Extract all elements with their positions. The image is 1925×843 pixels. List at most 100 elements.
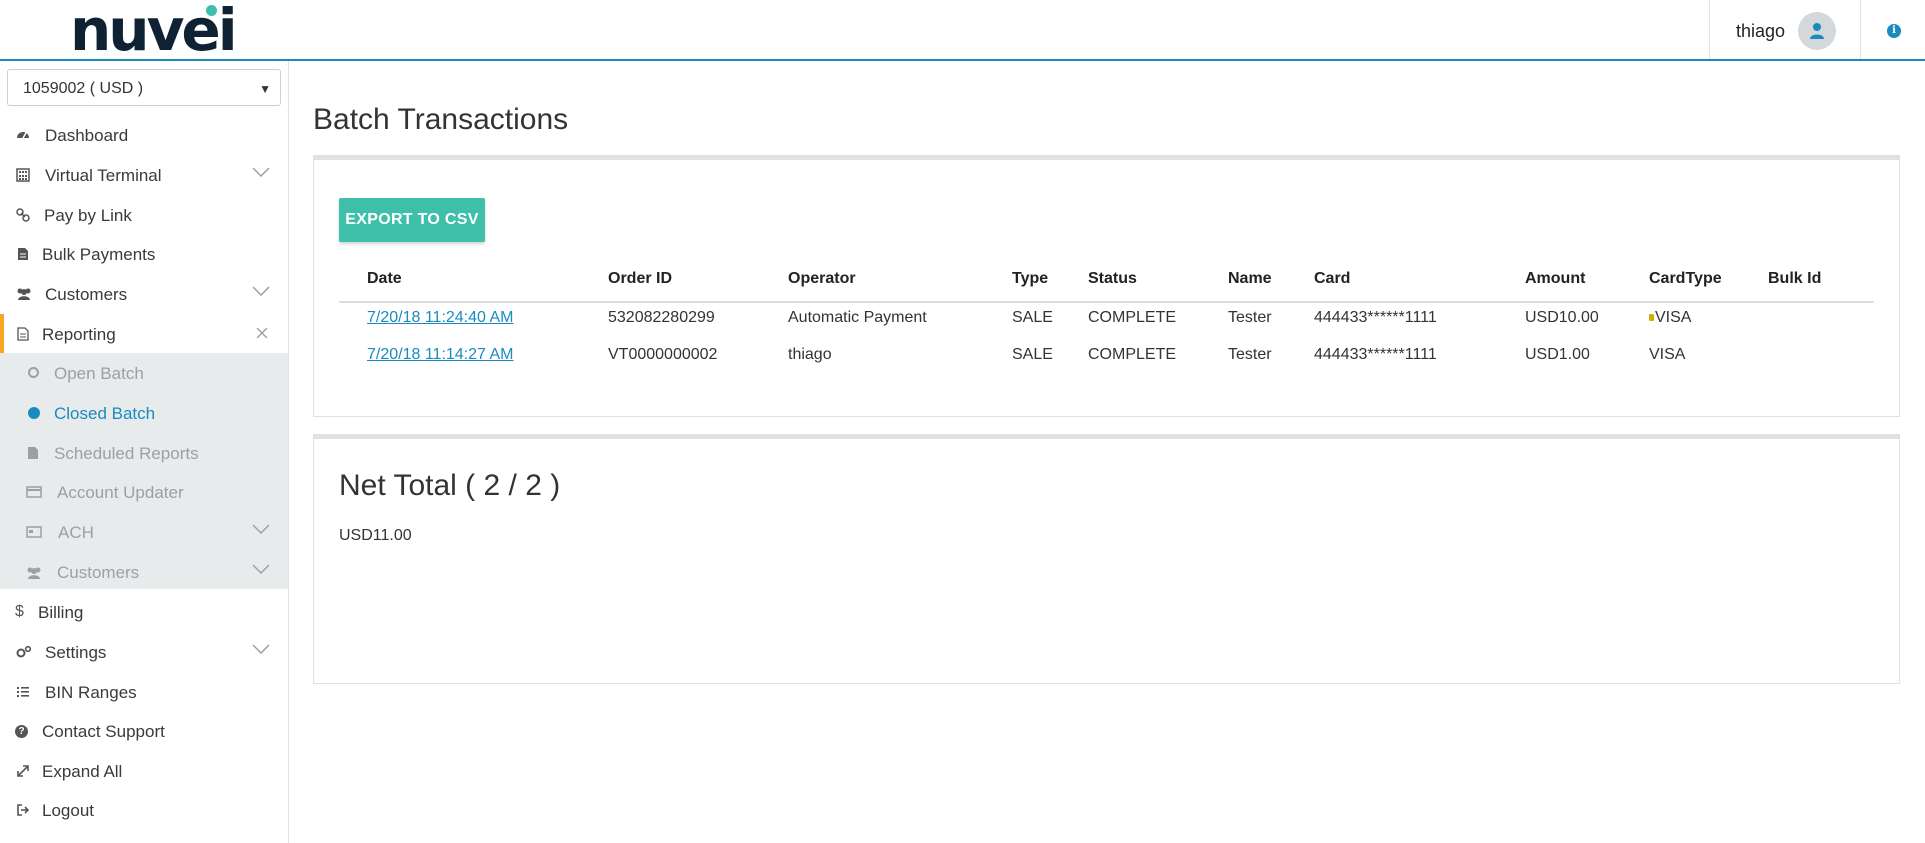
transaction-date-link[interactable]: 7/20/18 11:24:40 AM	[367, 309, 513, 327]
sidebar-item-label: Bulk Payments	[42, 245, 156, 264]
column-header-card[interactable]: Card	[1314, 270, 1350, 288]
status: COMPLETE	[1088, 346, 1177, 363]
sidebar-subitem-account-updater[interactable]: Account Updater	[0, 472, 288, 512]
operator: thiago	[788, 346, 832, 363]
sidebar-item-label: Reporting	[42, 325, 116, 344]
logo-dot	[206, 5, 217, 16]
sidebar-item-label: Customers	[45, 285, 128, 304]
users-icon	[27, 567, 41, 579]
sidebar-subitem-label: Customers	[57, 563, 140, 582]
status: COMPLETE	[1088, 309, 1177, 326]
expand-icon	[17, 765, 29, 777]
user-menu[interactable]: thiago	[1709, 0, 1861, 59]
sidebar-item-label: Settings	[45, 643, 107, 662]
sidebar-subitem-ach[interactable]: ACH	[0, 512, 288, 552]
link-icon	[16, 208, 30, 222]
transactions-panel: EXPORT TO CSV Date Order ID Operator Typ…	[313, 155, 1900, 417]
nuvei-logo[interactable]: nuvei	[70, 0, 238, 62]
gears-icon	[16, 645, 32, 658]
column-header-order-id[interactable]: Order ID	[608, 270, 672, 288]
dashboard-icon	[17, 132, 29, 139]
check-icon	[26, 526, 42, 538]
sidebar-item-reporting[interactable]: Reporting	[0, 314, 288, 354]
column-header-date[interactable]: Date	[367, 270, 402, 288]
file-icon	[28, 447, 38, 459]
merchant-select-value: 1059002 ( USD )	[23, 80, 144, 97]
sidebar-item-billing[interactable]: $ Billing	[0, 592, 288, 632]
sidebar-item-bin-ranges[interactable]: BIN Ranges	[0, 672, 288, 712]
column-header-operator[interactable]: Operator	[788, 270, 856, 288]
card-number: 444433******1111	[1314, 346, 1437, 363]
chevron-down-icon	[252, 564, 270, 574]
sidebar-item-label: Pay by Link	[44, 206, 132, 225]
question-icon: ?	[15, 725, 28, 738]
sidebar-item-contact-support[interactable]: ? Contact Support	[0, 711, 288, 751]
sidebar-item-bulk-payments[interactable]: Bulk Payments	[0, 234, 288, 274]
users-icon	[17, 288, 31, 300]
amount: USD10.00	[1525, 309, 1599, 326]
sidebar: 1059002 ( USD ) ▼ Dashboard Virtual Term…	[0, 61, 289, 843]
sidebar-subitem-open-batch[interactable]: Open Batch	[0, 353, 288, 393]
logout-icon	[17, 804, 30, 816]
close-icon[interactable]	[256, 327, 268, 339]
chevron-down-icon	[252, 167, 270, 177]
sidebar-item-settings[interactable]: Settings	[0, 632, 288, 672]
calculator-icon	[16, 168, 30, 182]
type: SALE	[1012, 309, 1053, 326]
user-name: thiago	[1736, 21, 1786, 41]
chevron-down-icon	[252, 286, 270, 296]
column-header-type[interactable]: Type	[1012, 270, 1048, 288]
avatar[interactable]	[1798, 12, 1836, 50]
operator: Automatic Payment	[788, 309, 927, 326]
customer-name: Tester	[1228, 309, 1272, 326]
sidebar-subitem-label: Account Updater	[57, 483, 184, 502]
sidebar-subitem-scheduled-reports[interactable]: Scheduled Reports	[0, 433, 288, 473]
reporting-submenu: Open Batch Closed Batch Scheduled Report…	[0, 353, 288, 589]
sidebar-subitem-customers[interactable]: Customers	[0, 552, 288, 592]
file-icon	[18, 248, 28, 260]
column-header-name[interactable]: Name	[1228, 270, 1272, 288]
sidebar-item-virtual-terminal[interactable]: Virtual Terminal	[0, 155, 288, 195]
column-header-bulk-id[interactable]: Bulk Id	[1768, 270, 1821, 288]
card-type: VISA	[1655, 309, 1692, 326]
card-type-cell: VISA	[1649, 309, 1691, 327]
list-icon	[17, 687, 29, 697]
column-header-status[interactable]: Status	[1088, 270, 1137, 288]
sidebar-item-label: BIN Ranges	[45, 683, 137, 702]
sidebar-item-logout[interactable]: Logout	[0, 790, 288, 830]
sidebar-subitem-closed-batch[interactable]: Closed Batch	[0, 393, 288, 433]
circle-filled-icon	[28, 407, 40, 419]
caret-down-icon: ▼	[259, 82, 271, 96]
net-total-panel: Net Total ( 2 / 2 ) USD11.00	[313, 434, 1900, 684]
chevron-down-icon	[252, 524, 270, 534]
sidebar-item-label: Expand All	[42, 762, 123, 781]
customer-name: Tester	[1228, 346, 1272, 363]
top-header: nuvei thiago i	[0, 0, 1925, 62]
net-total-title: Net Total ( 2 / 2 )	[339, 469, 561, 502]
table-header-divider	[339, 301, 1874, 303]
column-header-cardtype[interactable]: CardType	[1649, 270, 1722, 288]
column-header-amount[interactable]: Amount	[1525, 270, 1585, 288]
sidebar-item-customers[interactable]: Customers	[0, 274, 288, 314]
transaction-date-link[interactable]: 7/20/18 11:14:27 AM	[367, 346, 513, 364]
sidebar-item-dashboard[interactable]: Dashboard	[0, 115, 288, 155]
lock-icon	[1649, 314, 1654, 321]
sidebar-item-label: Contact Support	[42, 722, 165, 741]
net-total-value: USD11.00	[339, 527, 412, 544]
sidebar-item-label: Billing	[38, 603, 84, 622]
info-icon[interactable]: i	[1887, 24, 1901, 38]
sidebar-item-pay-by-link[interactable]: Pay by Link	[0, 195, 288, 235]
sidebar-item-label: Virtual Terminal	[45, 166, 162, 185]
merchant-select[interactable]: 1059002 ( USD ) ▼	[7, 69, 281, 106]
credit-card-icon	[26, 486, 42, 498]
sidebar-subitem-label: Open Batch	[54, 364, 144, 383]
dollar-icon: $	[15, 603, 24, 620]
chevron-down-icon	[252, 644, 270, 654]
sidebar-item-expand-all[interactable]: Expand All	[0, 751, 288, 791]
report-icon	[17, 327, 29, 341]
sidebar-item-label: Dashboard	[45, 126, 129, 145]
export-csv-button[interactable]: EXPORT TO CSV	[339, 198, 485, 242]
sidebar-item-label: Logout	[42, 801, 94, 820]
card-number: 444433******1111	[1314, 309, 1437, 326]
card-type: VISA	[1649, 346, 1686, 363]
